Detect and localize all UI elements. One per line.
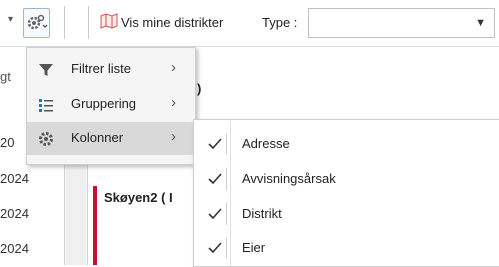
gear-icon [27, 14, 48, 30]
status-indicator [93, 186, 97, 265]
card-title[interactable]: Skøyen2 ( I [104, 190, 173, 205]
list-item-year[interactable]: 2024 [0, 171, 29, 186]
column-toggle-distrikt[interactable]: Distrikt [194, 196, 499, 230]
map-icon[interactable] [100, 13, 118, 32]
chevron-down-icon: ▼ [475, 17, 486, 29]
column-toggle-label: Avvisningsårsak [242, 171, 336, 186]
list-item-year[interactable]: 2024 [0, 206, 29, 221]
toolbar-separator [88, 6, 89, 39]
toolbar: ▾ Vis mine distrikter Type : ▼ [0, 0, 499, 47]
column-toggle-eier[interactable]: Eier [194, 230, 499, 264]
chevron-down-icon[interactable]: ▾ [8, 14, 13, 25]
chevron-right-icon: › [171, 59, 176, 76]
type-label: Type : [262, 15, 298, 30]
toolbar-separator [64, 6, 65, 39]
chevron-right-icon: › [171, 128, 176, 145]
checkmark-icon [204, 168, 227, 190]
column-toggle-label: Eier [242, 240, 266, 255]
show-my-districts-button[interactable]: Vis mine distrikter [121, 15, 223, 30]
column-toggle-label: Distrikt [242, 206, 282, 221]
list-item-year[interactable]: 2024 [0, 241, 29, 256]
checkmark-icon [204, 203, 227, 225]
checkmark-icon [204, 237, 227, 259]
menu-item-filter[interactable]: Filtrer liste › [27, 53, 195, 86]
column-toggle-label: Adresse [242, 136, 290, 151]
menu-item-label: Filtrer liste [71, 61, 131, 76]
column-toggle-adresse[interactable]: Adresse [194, 126, 499, 160]
gear-icon [37, 130, 55, 148]
menu-item-label: Gruppering [71, 96, 137, 111]
settings-menu: Filtrer liste › Gruppering › Kolonner › [26, 47, 196, 165]
list-icon [37, 96, 55, 114]
columns-submenu: Adresse Avvisningsårsak Distrikt Eier [193, 119, 499, 267]
checkmark-icon [204, 133, 227, 155]
menu-item-grouping[interactable]: Gruppering › [27, 88, 195, 121]
column-header-fragment: gt [0, 69, 11, 84]
list-item-year[interactable]: 20 [0, 135, 14, 150]
menu-item-columns[interactable]: Kolonner › [27, 122, 195, 155]
settings-menu-button[interactable] [23, 8, 50, 38]
menu-item-label: Kolonner [71, 130, 124, 145]
filter-icon [37, 61, 55, 79]
column-toggle-avvisningsarsak[interactable]: Avvisningsårsak [194, 161, 499, 195]
chevron-right-icon: › [171, 94, 176, 111]
type-select[interactable]: ▼ [308, 8, 495, 38]
